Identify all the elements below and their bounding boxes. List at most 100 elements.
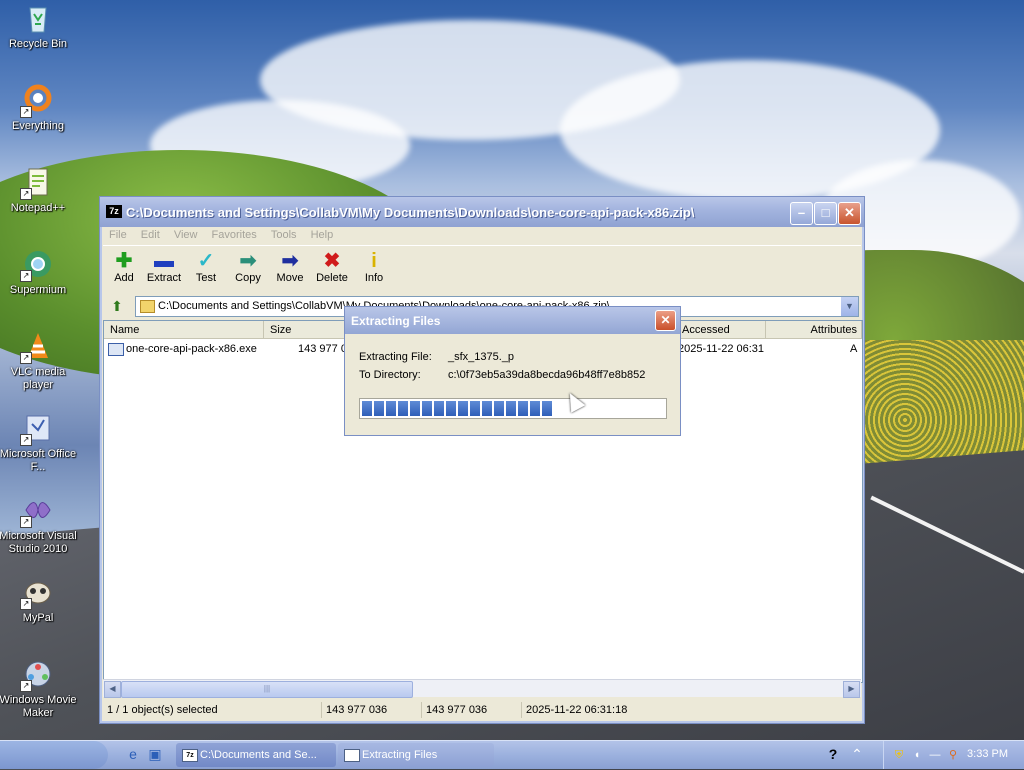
status-selection: 1 / 1 object(s) selected (107, 704, 218, 716)
column-header-accessed[interactable]: Accessed (676, 321, 766, 339)
desktop-icon-label: Microsoft Office F... (0, 448, 77, 473)
desktop-icon-label: Notepad++ (10, 202, 66, 214)
desktop-icon-everything[interactable]: ↗ Everything (0, 84, 78, 133)
checkmark-icon: ✓ (197, 250, 215, 272)
desktop-icon-recycle-bin[interactable]: Recycle Bin (0, 2, 78, 51)
chevron-down-icon[interactable]: ▼ (841, 297, 858, 316)
desktop-icon-label: Windows Movie Maker (0, 694, 77, 719)
progress-segment (446, 401, 456, 416)
desktop-icon-office[interactable]: ↗ Microsoft Office F... (0, 412, 78, 474)
extracting-dialog: Extracting Files ✕ Extracting File: _sfx… (344, 306, 681, 436)
file-accessed: 2025-11-22 06:31 (678, 343, 765, 355)
maximize-button[interactable]: □ (814, 202, 837, 225)
progress-segment (530, 401, 540, 416)
visual-studio-icon: ↗ (20, 494, 54, 528)
start-button[interactable] (0, 741, 108, 769)
delete-label: Delete (316, 272, 348, 284)
menu-tools[interactable]: Tools (265, 227, 302, 241)
copy-button[interactable]: ➡ Copy (227, 250, 269, 284)
progress-segment (518, 401, 528, 416)
menu-edit[interactable]: Edit (135, 227, 165, 241)
desktop-icon-notepad-plus-plus[interactable]: ↗ Notepad++ (0, 166, 78, 215)
menu-favorites[interactable]: Favorites (206, 227, 262, 241)
taskbar: e ▣ 7z C:\Documents and Se... Extracting… (0, 740, 1024, 769)
to-directory-value: c:\0f73eb5a39da8becda96b48ff7e8b852 (448, 369, 646, 381)
desktop-icon-movie-maker[interactable]: ↗ Windows Movie Maker (0, 658, 78, 720)
progress-segment (362, 401, 372, 416)
extract-button[interactable]: ▬ Extract (143, 250, 185, 284)
exe-file-icon (108, 343, 124, 356)
extracting-file-label: Extracting File: (359, 351, 432, 363)
minimize-button[interactable]: – (790, 202, 813, 225)
network-icon[interactable]: ◖ (910, 748, 924, 762)
test-button[interactable]: ✓ Test (185, 250, 227, 284)
dialog-title: Extracting Files (351, 314, 441, 328)
up-folder-icon[interactable]: ⬆ (107, 297, 127, 315)
supermium-icon: ↗ (20, 248, 54, 282)
system-tray: ⛨ ◖ — ⚲ 3:33 PM (883, 741, 1024, 769)
progress-segment (506, 401, 516, 416)
desktop-icon-label: Supermium (9, 284, 67, 296)
move-arrow-icon: ➡ (281, 250, 299, 272)
desktop-icon-label: Microsoft Visual Studio 2010 (0, 530, 77, 555)
taskbar-button-archive[interactable]: 7z C:\Documents and Se... (176, 743, 336, 767)
scroll-right-button[interactable]: ▶ (843, 681, 860, 698)
desktop-icon-vlc[interactable]: ↗ VLC media player (0, 330, 78, 392)
shield-icon[interactable]: ⛨ (892, 748, 906, 762)
progress-fill (362, 401, 552, 416)
status-size: 143 977 036 (321, 702, 387, 718)
show-desktop-icon[interactable]: ▣ (146, 745, 164, 763)
volume-icon[interactable]: — (928, 748, 942, 762)
progress-segment (386, 401, 396, 416)
help-icon[interactable]: ? (824, 745, 842, 763)
column-header-attributes[interactable]: Attributes (766, 321, 862, 339)
window-titlebar[interactable]: 7z C:\Documents and Settings\CollabVM\My… (100, 197, 864, 227)
office-icon: ↗ (20, 412, 54, 446)
desktop-icon-label: VLC media player (10, 366, 66, 391)
status-modified: 2025-11-22 06:31:18 (521, 702, 627, 718)
column-header-name[interactable]: Name (104, 321, 264, 339)
scroll-thumb[interactable]: ||| (121, 681, 413, 698)
search-icon[interactable]: ⚲ (946, 748, 960, 762)
file-name: one-core-api-pack-x86.exe (126, 343, 257, 355)
progress-segment (458, 401, 468, 416)
desktop-icon-label: MyPal (22, 612, 54, 624)
progress-segment (482, 401, 492, 416)
progress-bar (359, 398, 667, 419)
chevron-up-icon[interactable]: ⌃ (848, 745, 866, 763)
file-attributes: A (850, 343, 858, 355)
add-button[interactable]: ✚ Add (103, 250, 145, 284)
info-icon: i (371, 250, 377, 272)
menu-view[interactable]: View (168, 227, 203, 241)
notepad-plus-plus-icon: ↗ (20, 166, 54, 200)
move-label: Move (276, 272, 304, 284)
dialog-titlebar[interactable]: Extracting Files ✕ (345, 307, 680, 334)
everything-icon: ↗ (20, 84, 54, 118)
taskbar-button-extracting[interactable]: Extracting Files (338, 743, 494, 767)
move-button[interactable]: ➡ Move (269, 250, 311, 284)
horizontal-scrollbar[interactable]: ◀ ||| ▶ (103, 679, 861, 698)
progress-segment (470, 401, 480, 416)
menu-file[interactable]: File (103, 227, 132, 241)
progress-segment (542, 401, 552, 416)
status-bar: 1 / 1 object(s) selected 143 977 036 143… (103, 700, 861, 720)
taskbar-label: C:\Documents and Se... (200, 749, 317, 761)
desktop-icon-supermium[interactable]: ↗ Supermium (0, 248, 78, 297)
progress-segment (410, 401, 420, 416)
internet-explorer-icon[interactable]: e (124, 745, 142, 763)
progress-segment (434, 401, 444, 416)
dialog-close-button[interactable]: ✕ (655, 310, 676, 331)
extract-label: Extract (146, 272, 182, 284)
desktop-icon-visual-studio[interactable]: ↗ Microsoft Visual Studio 2010 (0, 494, 78, 556)
desktop-icon-mypal[interactable]: ↗ MyPal (0, 576, 78, 625)
delete-x-icon: ✖ (323, 250, 341, 272)
mypal-icon: ↗ (20, 576, 54, 610)
info-button[interactable]: i Info (353, 250, 395, 284)
menu-help[interactable]: Help (305, 227, 339, 241)
plus-icon: ✚ (115, 250, 133, 272)
delete-button[interactable]: ✖ Delete (311, 250, 353, 284)
progress-segment (422, 401, 432, 416)
scroll-left-button[interactable]: ◀ (104, 681, 121, 698)
close-button[interactable]: ✕ (838, 202, 861, 225)
status-packed-size: 143 977 036 (421, 702, 487, 718)
